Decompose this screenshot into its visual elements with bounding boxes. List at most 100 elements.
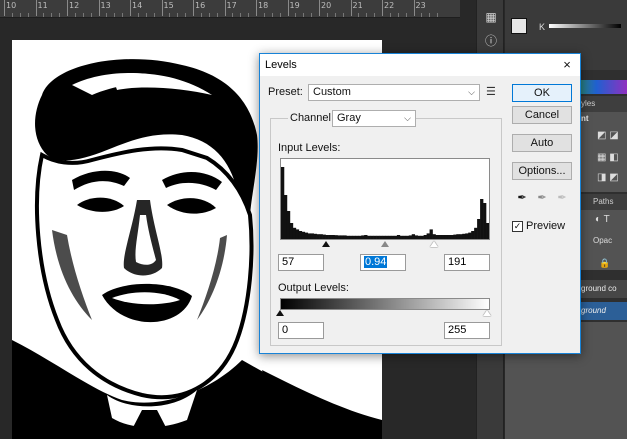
layer-filter-icon[interactable]: ◐ T [595, 214, 610, 225]
photo-filter-icon[interactable]: ◨ ◩ [597, 172, 619, 183]
histogram-bar [480, 199, 484, 239]
histogram-bar [438, 235, 442, 239]
channel-select[interactable]: Gray ⌵ [332, 110, 416, 127]
k-slider[interactable] [549, 24, 621, 28]
foreground-swatch[interactable] [511, 18, 527, 34]
histogram-bar [376, 235, 380, 239]
levels-dialog: Levels × Preset: Custom ⌵ ☰ OK Cancel Au… [259, 53, 581, 354]
ruler-minor-tick [19, 13, 21, 17]
input-gamma-field[interactable]: 0.94 [360, 254, 406, 271]
histogram-bar [483, 203, 487, 239]
ruler-minor-tick [311, 13, 313, 17]
input-black-field[interactable]: 57 [278, 254, 324, 271]
tab-styles[interactable]: yles [581, 99, 595, 108]
histogram-bar [465, 233, 469, 239]
ruler-minor-tick [240, 13, 242, 17]
ok-button[interactable]: OK [512, 84, 572, 102]
input-gamma-value: 0.94 [364, 256, 388, 268]
swatch-icon[interactable]: ▦ [482, 8, 500, 26]
histogram-bar [399, 235, 404, 239]
ruler-minor-tick [342, 13, 344, 17]
input-levels-label: Input Levels: [278, 142, 341, 154]
histogram-bar [432, 234, 436, 239]
tab-paths[interactable]: Paths [593, 197, 613, 206]
ruler-minor-tick [334, 13, 336, 17]
histogram-bar [286, 211, 291, 239]
output-black-field[interactable]: 0 [278, 322, 324, 339]
output-white-slider[interactable] [483, 310, 491, 316]
preset-options-icon[interactable]: ☰ [486, 85, 496, 98]
ruler-label: 12 [69, 1, 80, 10]
histogram-bar [396, 235, 401, 239]
ruler-minor-tick [82, 13, 84, 17]
gray-eyedropper-icon[interactable]: ✒ [536, 192, 548, 204]
ruler-label: 23 [415, 1, 426, 10]
white-eyedropper-icon[interactable]: ✒ [556, 192, 568, 204]
input-white-field[interactable]: 191 [444, 254, 490, 271]
histogram-bar [370, 235, 374, 239]
histogram-bar [471, 231, 475, 239]
preview-checkbox[interactable]: ✓ [512, 221, 523, 232]
histogram-bar [477, 219, 481, 239]
histogram [280, 158, 490, 240]
histogram-bar [352, 235, 356, 239]
ruler-minor-tick [185, 13, 187, 17]
lock-icon[interactable]: 🔒 [599, 258, 610, 269]
ruler-minor-tick [169, 13, 171, 17]
ruler-minor-tick [248, 13, 250, 17]
output-white-field[interactable]: 255 [444, 322, 490, 339]
histogram-bar [358, 235, 362, 239]
ruler-minor-tick [114, 13, 116, 17]
ruler-minor-tick [232, 13, 234, 17]
histogram-bar [292, 227, 297, 239]
ruler-minor-tick [90, 13, 92, 17]
ruler-minor-tick [437, 13, 439, 17]
ruler-label: 18 [258, 1, 269, 10]
ruler-minor-tick [51, 13, 53, 17]
histogram-bar [423, 235, 427, 239]
ruler-minor-tick [137, 13, 139, 17]
layer-row-selected[interactable]: kground [573, 302, 627, 320]
histogram-bar [298, 231, 303, 239]
color-channel-label: K [539, 22, 546, 32]
output-gradient [280, 298, 490, 310]
levels-adjust-icon[interactable]: ◩ ◪ [597, 130, 619, 141]
ruler-label: 14 [132, 1, 143, 10]
histogram-bar [382, 235, 386, 239]
black-eyedropper-icon[interactable]: ✒ [516, 192, 528, 204]
close-button[interactable]: × [558, 54, 576, 76]
histogram-bar [462, 233, 466, 239]
histogram-bar [420, 235, 424, 239]
ruler-label: 10 [6, 1, 17, 10]
tab-adjustments[interactable]: nt [581, 114, 589, 123]
histogram-bar [310, 233, 314, 239]
histogram-bar [453, 234, 457, 239]
ruler-minor-tick [122, 13, 124, 17]
ruler-minor-tick [11, 13, 13, 17]
cancel-button[interactable]: Cancel [512, 106, 572, 124]
layer-row[interactable]: kground co [573, 280, 627, 298]
ruler-minor-tick [366, 13, 368, 17]
histogram-bar [349, 235, 353, 239]
histogram-bar [390, 235, 395, 239]
ruler-minor-tick [59, 13, 61, 17]
histogram-bar [346, 235, 350, 239]
histogram-bar [459, 234, 463, 239]
histogram-bar [364, 235, 368, 239]
options-button[interactable]: Options... [512, 162, 572, 180]
input-white-slider[interactable] [430, 241, 438, 247]
dialog-title-bar[interactable]: Levels × [260, 54, 580, 76]
histogram-bar [331, 235, 335, 239]
histogram-bar [337, 235, 341, 239]
histogram-bar [411, 234, 416, 239]
photoshop-window: 10 11 12 13 14 15 16 17 18 19 20 21 22 23 [0, 0, 627, 439]
channel-mixer-icon[interactable]: ▦ ◧ [597, 152, 619, 163]
auto-button[interactable]: Auto [512, 134, 572, 152]
output-black-slider[interactable] [276, 310, 284, 316]
info-icon[interactable]: ⓘ [482, 32, 500, 50]
input-black-slider[interactable] [322, 241, 330, 247]
ruler-minor-tick [358, 13, 360, 17]
preset-select[interactable]: Custom ⌵ [308, 84, 480, 101]
histogram-bar [417, 235, 421, 239]
input-gamma-slider[interactable] [381, 241, 389, 247]
